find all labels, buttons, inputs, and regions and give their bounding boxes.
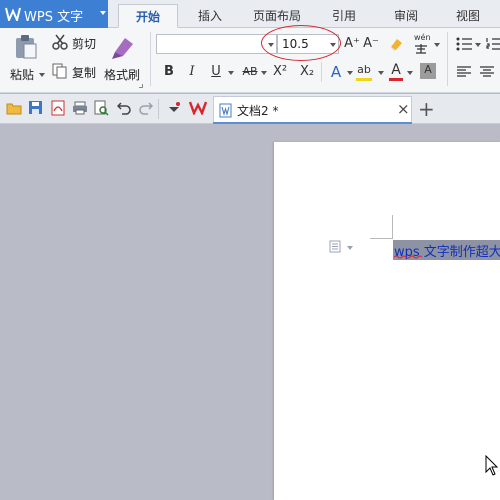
character-shading-button[interactable]: A <box>420 63 436 79</box>
print-preview-icon[interactable] <box>94 100 109 116</box>
strikethrough-button[interactable]: AB <box>240 65 260 78</box>
format-painter-button[interactable]: 格式刷 <box>103 30 143 86</box>
margin-mark <box>370 238 393 239</box>
paragraph-handle-icon[interactable] <box>329 240 341 253</box>
tab-view[interactable]: 视图 <box>444 4 492 28</box>
divider <box>150 32 151 86</box>
text-effect-button[interactable]: A <box>328 63 344 81</box>
paste-button[interactable]: 粘贴 <box>6 30 46 86</box>
bullet-list-icon[interactable] <box>456 37 472 51</box>
document-tab-title: 文档2 * <box>237 104 279 118</box>
phonetic-label: wén <box>414 33 431 42</box>
tab-home[interactable]: 开始 <box>118 4 178 28</box>
underline-button[interactable]: U <box>208 64 224 79</box>
chevron-down-icon[interactable] <box>475 43 481 47</box>
cut-button[interactable]: 剪切 <box>52 34 100 52</box>
undo-icon[interactable] <box>117 101 131 115</box>
chevron-down-icon <box>434 43 440 47</box>
document-tab[interactable]: 文档2 * × <box>213 96 412 124</box>
mouse-cursor-icon <box>485 455 499 476</box>
cut-label: 剪切 <box>72 37 97 51</box>
font-color-button[interactable]: A <box>388 62 404 82</box>
clear-formatting-icon[interactable] <box>388 36 404 52</box>
highlight-button[interactable]: ab <box>356 63 376 83</box>
export-pdf-icon[interactable] <box>50 100 66 116</box>
chevron-down-icon[interactable] <box>347 71 353 75</box>
highlight-label: ab <box>357 63 371 76</box>
shading-label: A <box>424 63 432 76</box>
font-name-select[interactable] <box>156 34 277 54</box>
margin-mark <box>392 215 393 239</box>
dialog-launcher-icon[interactable] <box>139 84 143 88</box>
chevron-down-icon[interactable] <box>407 71 413 75</box>
shrink-font-button[interactable]: A⁻ <box>363 36 379 51</box>
tab-insert[interactable]: 插入 <box>185 4 235 28</box>
highlight-color-bar <box>356 78 372 81</box>
divider <box>447 32 448 86</box>
tab-references[interactable]: 引用 <box>320 4 368 28</box>
phonetic-guide-button[interactable]: wén <box>412 33 442 55</box>
redo-icon[interactable] <box>139 101 153 115</box>
format-painter-label: 格式刷 <box>104 68 141 82</box>
chevron-down-icon[interactable] <box>228 71 234 75</box>
align-left-icon[interactable] <box>457 66 471 78</box>
paste-label: 粘贴 <box>10 68 35 82</box>
bold-button[interactable]: B <box>161 64 177 79</box>
font-color-bar <box>389 78 403 81</box>
superscript-button[interactable]: X² <box>271 64 289 79</box>
annotation-circle <box>261 25 341 61</box>
open-icon[interactable] <box>6 101 22 115</box>
align-center-icon[interactable] <box>480 66 494 78</box>
copy-label: 复制 <box>72 66 97 80</box>
tab-review[interactable]: 审阅 <box>380 4 432 28</box>
spellcheck-underline <box>394 255 422 259</box>
document-icon <box>219 103 232 118</box>
active-tab-indicator <box>213 122 412 124</box>
chevron-down-icon <box>39 73 45 77</box>
scissors-icon <box>52 34 68 50</box>
save-icon[interactable] <box>28 100 43 115</box>
phonetic-char-icon <box>415 44 427 54</box>
italic-button[interactable]: I <box>184 64 200 79</box>
customize-icon[interactable] <box>167 102 181 114</box>
wps-logo-icon <box>5 7 21 21</box>
subscript-button[interactable]: X₂ <box>298 64 316 79</box>
wps-logo-icon[interactable] <box>189 100 207 115</box>
chevron-down-icon[interactable] <box>261 71 267 75</box>
divider <box>158 99 159 119</box>
document-page[interactable] <box>274 142 500 500</box>
new-tab-button[interactable]: + <box>418 97 435 121</box>
chevron-down-icon[interactable] <box>347 246 353 250</box>
app-menu-button[interactable]: WPS 文字 <box>0 0 108 28</box>
chevron-down-icon[interactable] <box>378 71 384 75</box>
app-title: WPS 文字 <box>24 10 84 25</box>
copy-icon <box>52 63 67 79</box>
close-tab-button[interactable]: × <box>397 100 410 118</box>
copy-button[interactable]: 复制 <box>52 63 100 81</box>
format-painter-icon <box>112 38 133 59</box>
numbered-list-icon[interactable] <box>486 37 500 51</box>
chevron-down-icon <box>100 11 106 15</box>
print-icon[interactable] <box>72 101 88 115</box>
divider <box>321 62 322 82</box>
grow-font-button[interactable]: A⁺ <box>344 36 360 51</box>
font-color-label: A <box>391 62 401 78</box>
paste-icon <box>16 35 37 59</box>
